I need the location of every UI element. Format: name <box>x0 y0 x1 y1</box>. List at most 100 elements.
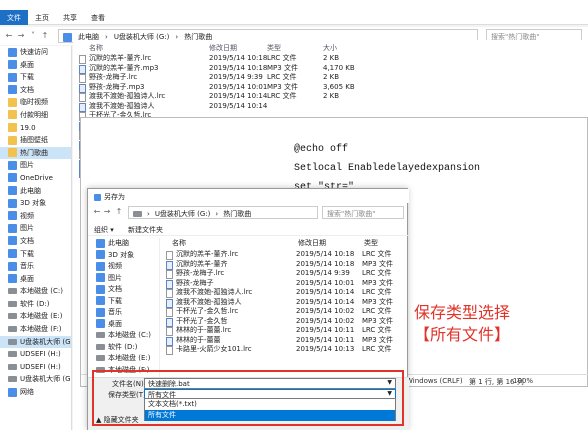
up-arrow-icon[interactable]: ↑ <box>114 207 124 217</box>
column-header-date[interactable]: 修改日期 <box>298 238 326 248</box>
back-arrow-icon[interactable]: ← <box>92 207 102 217</box>
dialog-search-input[interactable]: 搜索"热门歌曲" <box>322 206 404 219</box>
new-folder-button[interactable]: 新建文件夹 <box>128 225 163 235</box>
notepad-icon <box>94 193 101 201</box>
file-row[interactable]: 渡我不渡她-孤独诗人 2019/5/14 10:14 MP3 文件 <box>166 298 402 308</box>
sidebar-item[interactable]: 图片 <box>0 222 71 235</box>
file-row[interactable]: 沉默的羔羊-董齐.lrc 2019/5/14 10:18 LRC 文件 <box>166 250 402 260</box>
recent-chevron-icon[interactable]: ˅ <box>28 31 38 41</box>
file-row[interactable]: 野孩-龙梅子 2019/5/14 10:01 MP3 文件 <box>166 279 402 289</box>
file-row[interactable]: 干杯光了-金久哲.lrc 2019/5/14 10:02 LRC 文件 <box>166 307 402 317</box>
status-encoding: Windows (CRLF) <box>406 377 463 385</box>
forward-arrow-icon[interactable]: → <box>102 207 112 217</box>
sidebar-item[interactable]: 临时视频 <box>0 96 71 109</box>
ribbon-tab-share[interactable]: 共享 <box>56 10 84 23</box>
forward-arrow-icon[interactable]: → <box>16 31 26 41</box>
file-row[interactable]: 沉默的羔羊-董齐 2019/5/14 10:18 MP3 文件 <box>166 260 402 270</box>
document-icon <box>96 284 105 294</box>
sidebar-item[interactable]: 本地磁盘 (C:) <box>0 285 71 298</box>
sidebar-item[interactable]: 3D 对象 <box>88 250 159 262</box>
sidebar-item[interactable]: 图片 <box>88 273 159 285</box>
usb-icon <box>8 363 17 370</box>
file-type: LRC 文件 <box>362 326 392 334</box>
file-size: 2 KB <box>323 73 340 81</box>
sidebar-item[interactable]: 付款明细 <box>0 109 71 122</box>
file-row[interactable]: 林林的于-蕾蕾.lrc 2019/5/14 10:11 LRC 文件 <box>166 326 402 336</box>
file-name: 野孩-龙梅子 <box>176 278 214 287</box>
sidebar-item[interactable]: 下载 <box>88 296 159 308</box>
up-arrow-icon[interactable]: ↑ <box>40 31 50 41</box>
file-row[interactable]: 野孩-龙梅子.mp3 2019/5/14 10:01 MP3 文件 3,605 KB <box>79 83 379 93</box>
sidebar-item-label: 图片 <box>20 161 34 170</box>
folder-icon <box>8 97 17 107</box>
sidebar-item[interactable]: 3D 对象 <box>0 197 71 210</box>
ribbon-tab-file[interactable]: 文件 <box>0 10 28 25</box>
file-name: 干杯光了-金久哲 <box>176 316 228 325</box>
sidebar-item[interactable]: 图片 <box>0 159 71 172</box>
sidebar-item[interactable]: 音乐 <box>88 307 159 319</box>
breadcrumb-drive[interactable]: U盘装机大师 (G:) <box>155 210 211 218</box>
file-row[interactable]: 渡我不渡她-孤独诗人.lrc 2019/5/14 10:14 LRC 文件 2 KB <box>79 92 379 102</box>
drive-icon <box>8 288 17 295</box>
file-row[interactable]: 渡我不渡她-孤独诗人.lrc 2019/5/14 10:14 LRC 文件 <box>166 288 402 298</box>
back-arrow-icon[interactable]: ← <box>4 31 14 41</box>
sidebar-item[interactable]: 插图壁纸 <box>0 134 71 147</box>
file-row[interactable]: 野孩-龙梅子.lrc 2019/5/14 9:39 LRC 文件 2 KB <box>79 73 379 83</box>
sidebar-item[interactable]: 视频 <box>0 210 71 223</box>
sidebar-item[interactable]: 桌面 <box>88 319 159 331</box>
sidebar-item[interactable]: 快速访问 <box>0 46 71 59</box>
sidebar-item[interactable]: U盘装机大师 (G:) <box>0 373 71 386</box>
column-header-name[interactable]: 名称 <box>89 43 103 53</box>
sidebar-item[interactable]: 本地磁盘 (E:) <box>0 310 71 323</box>
sidebar-item[interactable]: 本地磁盘 (F:) <box>0 323 71 336</box>
sidebar-item[interactable]: 热门歌曲 <box>0 146 71 160</box>
sidebar-item[interactable]: 下载 <box>0 71 71 84</box>
sidebar-item[interactable]: 文档 <box>88 284 159 296</box>
dialog-address-bar[interactable]: › U盘装机大师 (G:) › 热门歌曲 <box>128 206 318 219</box>
sidebar-item[interactable]: 桌面 <box>0 59 71 72</box>
drive-icon <box>96 355 105 361</box>
ribbon-tab-view[interactable]: 查看 <box>84 10 112 23</box>
sidebar-item[interactable]: 文档 <box>0 84 71 97</box>
sidebar-item[interactable]: 此电脑 <box>88 238 159 250</box>
column-header-type[interactable]: 类型 <box>267 43 281 53</box>
column-header-type[interactable]: 类型 <box>364 238 378 248</box>
sidebar-item[interactable]: 桌面 <box>0 273 71 286</box>
sidebar-item[interactable]: 19.0 <box>0 122 71 135</box>
sidebar-item[interactable]: UDSEFI (H:) <box>0 348 71 361</box>
file-row[interactable]: 林林的于-蕾蕾 2019/5/14 10:11 MP3 文件 <box>166 336 402 346</box>
organize-button[interactable]: 组织 ▾ <box>94 225 114 235</box>
file-row[interactable]: 干杯光了-金久哲 2019/5/14 10:02 MP3 文件 <box>166 317 402 327</box>
sidebar-item[interactable]: UDSEFI (H:) <box>0 361 71 374</box>
sidebar-item[interactable]: 本地磁盘 (E:) <box>88 353 159 365</box>
dialog-sidebar: 此电脑 3D 对象 视频 图片 文档下载 音乐 桌面本地磁盘 (C:) 软件 (D:) 本地磁盘… <box>88 238 160 378</box>
sidebar-item[interactable]: 本地磁盘 (C:) <box>88 330 159 342</box>
file-row[interactable]: 沉默的羔羊-董齐.lrc 2019/5/14 10:18 LRC 文件 2 KB <box>79 54 379 64</box>
sidebar-item-label: 文档 <box>108 285 122 293</box>
file-row[interactable]: 渡我不渡她-孤独诗人 2019/5/14 10:14 <box>79 102 379 112</box>
column-header-size[interactable]: 大小 <box>323 43 337 53</box>
sidebar-item[interactable]: 视频 <box>88 261 159 273</box>
sidebar-item[interactable]: 此电脑 <box>0 185 71 198</box>
file-name: 野孩-龙梅子.mp3 <box>89 82 145 91</box>
sidebar-item[interactable]: 网络 <box>0 386 71 399</box>
sidebar-item[interactable]: 音乐 <box>0 260 71 273</box>
sidebar-item[interactable]: 下载 <box>0 248 71 261</box>
column-header-date[interactable]: 修改日期 <box>209 43 237 53</box>
file-row[interactable]: 野孩-龙梅子.lrc 2019/5/14 9:39 LRC 文件 <box>166 269 402 279</box>
folder-icon <box>8 148 17 158</box>
sidebar-item[interactable]: OneDrive <box>0 172 71 185</box>
breadcrumb-folder[interactable]: 热门歌曲 <box>223 210 251 218</box>
ribbon-tab-home[interactable]: 主页 <box>28 10 56 23</box>
sidebar-item[interactable]: 软件 (D:) <box>88 342 159 354</box>
column-header-name[interactable]: 名称 <box>172 238 186 248</box>
sidebar-item[interactable]: U盘装机大师 (G:) <box>0 335 71 349</box>
sidebar-item[interactable]: 软件 (D:) <box>0 298 71 311</box>
sidebar-item[interactable]: 文档 <box>0 235 71 248</box>
sidebar-item-label: 桌面 <box>108 319 122 328</box>
file-row[interactable]: 沉默的羔羊-董齐.mp3 2019/5/14 10:18 MP3 文件 4,170 K… <box>79 64 379 74</box>
file-row[interactable]: 卡路里-火箭少女101.lrc 2019/5/14 10:13 LRC 文件 <box>166 345 402 355</box>
computer-icon <box>8 186 17 196</box>
sidebar-item-label: U盘装机大师 (G:) <box>20 375 71 384</box>
sidebar-item-label: UDSEFI (H:) <box>20 362 61 371</box>
